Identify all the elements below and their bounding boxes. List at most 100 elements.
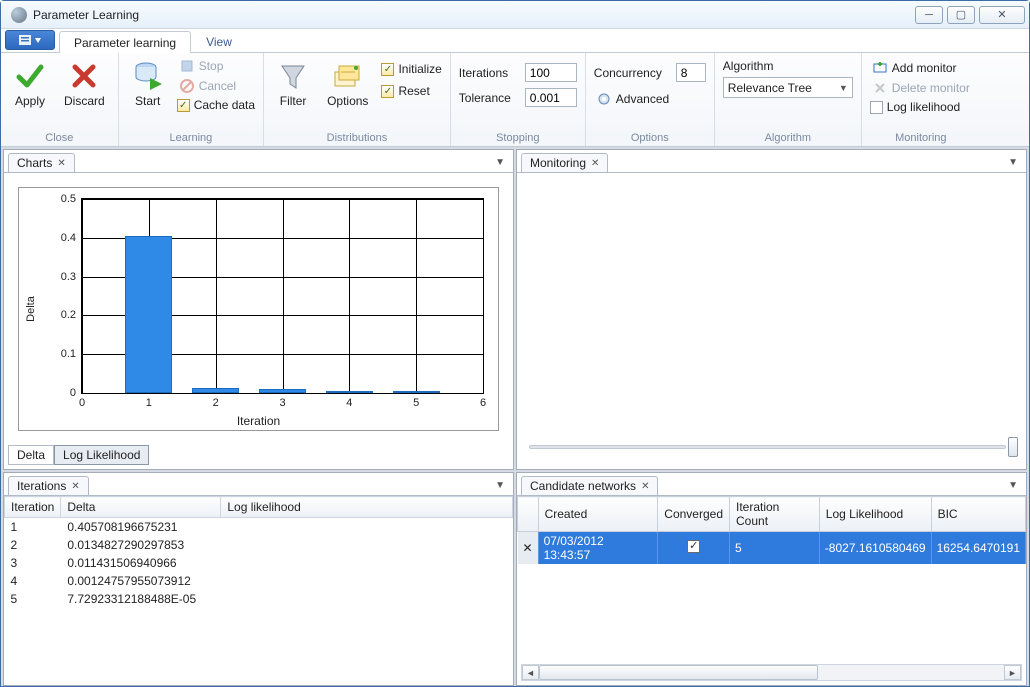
- stop-icon: [179, 58, 195, 74]
- add-monitor-label: Add monitor: [892, 61, 957, 75]
- col-loglik[interactable]: Log Likelihood: [819, 497, 931, 532]
- col-delta[interactable]: Delta: [61, 497, 221, 518]
- iterations-input[interactable]: [525, 63, 577, 82]
- table-row[interactable]: ✕ 07/03/2012 13:43:57 5 -8027.1610580469…: [518, 532, 1026, 565]
- cell-delta: 0.405708196675231: [61, 518, 221, 537]
- cell-loglik: -8027.1610580469: [819, 532, 931, 565]
- scroll-thumb[interactable]: [539, 665, 818, 680]
- panel-menu-button[interactable]: ▼: [1004, 476, 1022, 495]
- cell-delta: 7.72923312188488E-05: [61, 590, 221, 608]
- close-tab-icon[interactable]: ✕: [591, 158, 599, 169]
- chart-ylabel: Delta: [25, 296, 37, 322]
- chart-ytick: 0.2: [61, 309, 76, 321]
- funnel-icon: [277, 60, 309, 92]
- apply-label: Apply: [15, 94, 45, 108]
- table-row[interactable]: 10.405708196675231: [5, 518, 513, 537]
- concurrency-input[interactable]: [676, 63, 706, 82]
- app-window: Parameter Learning ─ ▢ ✕ Parameter learn…: [0, 0, 1030, 687]
- panel-menu-button[interactable]: ▼: [491, 153, 509, 172]
- col-created[interactable]: Created: [538, 497, 658, 532]
- chart-bar: [259, 389, 306, 393]
- file-menu-button[interactable]: [5, 30, 55, 50]
- checkbox-checked-icon: ✓: [381, 63, 394, 76]
- chart-container: 00.10.20.30.40.50123456 Delta Iteration: [10, 179, 507, 439]
- horizontal-scrollbar[interactable]: ◄ ►: [521, 664, 1022, 681]
- algorithm-select[interactable]: Relevance Tree ▼: [723, 77, 853, 98]
- reset-checkbox[interactable]: ✓ Reset: [381, 83, 441, 99]
- cell-iter: 5: [5, 590, 61, 608]
- close-tab-icon[interactable]: ✕: [71, 481, 79, 492]
- chart-tab-delta[interactable]: Delta: [8, 445, 54, 465]
- content-area: Charts ✕ ▼ 00.10.20.30.40.50123456 Delta…: [1, 147, 1029, 686]
- monitoring-tab[interactable]: Monitoring ✕: [521, 153, 608, 172]
- col-iteration[interactable]: Iteration: [5, 497, 61, 518]
- scroll-right-icon[interactable]: ►: [1004, 665, 1021, 680]
- chart-frame: 00.10.20.30.40.50123456 Delta Iteration: [18, 187, 499, 431]
- group-label-close: Close: [9, 130, 110, 144]
- tolerance-label: Tolerance: [459, 91, 519, 105]
- chart-xtick: 5: [413, 397, 419, 409]
- chart-bar: [192, 388, 239, 393]
- cancel-button[interactable]: Cancel: [177, 77, 255, 95]
- close-tab-icon[interactable]: ✕: [641, 481, 649, 492]
- col-bic[interactable]: BIC: [931, 497, 1025, 532]
- iterations-panel: Iterations ✕ ▼ Iteration Delta Log likel…: [3, 472, 514, 686]
- start-button[interactable]: Start: [127, 57, 169, 111]
- row-delete-icon[interactable]: ✕: [518, 532, 539, 565]
- filter-button[interactable]: Filter: [272, 57, 314, 111]
- delete-monitor-button[interactable]: Delete monitor: [870, 79, 972, 97]
- charts-tab[interactable]: Charts ✕: [8, 153, 75, 172]
- tolerance-input[interactable]: [525, 88, 577, 107]
- cell-delta: 0.011431506940966: [61, 554, 221, 572]
- col-loglik[interactable]: Log likelihood: [221, 497, 513, 518]
- loglik-checkbox[interactable]: ✓ Log likelihood: [870, 99, 960, 115]
- panel-menu-button[interactable]: ▼: [491, 476, 509, 495]
- x-red-icon: [68, 60, 100, 92]
- ribbon-tabbar: Parameter learning View: [1, 29, 1029, 53]
- scroll-left-icon[interactable]: ◄: [522, 665, 539, 680]
- initialize-checkbox[interactable]: ✓ Initialize: [381, 61, 441, 77]
- monitor-slider-thumb[interactable]: [1008, 437, 1018, 457]
- col-converged[interactable]: Converged: [658, 497, 730, 532]
- table-row[interactable]: 57.72923312188488E-05: [5, 590, 513, 608]
- panel-menu-button[interactable]: ▼: [1004, 153, 1022, 172]
- stop-button[interactable]: Stop: [177, 57, 255, 75]
- ribbon-group-stopping: Iterations Tolerance Stopping: [451, 53, 586, 146]
- cell-loglik: [221, 554, 513, 572]
- ribbon-group-learning: Start Stop Cancel ✓ Cache data: [119, 53, 264, 146]
- minimize-button[interactable]: ─: [915, 6, 943, 24]
- discard-button[interactable]: Discard: [59, 57, 110, 111]
- concurrency-label: Concurrency: [594, 66, 670, 80]
- options-dist-label: Options: [327, 94, 368, 108]
- cache-data-checkbox[interactable]: ✓ Cache data: [177, 97, 255, 113]
- options-dist-button[interactable]: Options: [322, 57, 373, 111]
- table-row[interactable]: 40.00124757955073912: [5, 572, 513, 590]
- advanced-button[interactable]: Advanced: [594, 90, 671, 108]
- maximize-button[interactable]: ▢: [947, 6, 975, 24]
- group-label-monitoring: Monitoring: [870, 130, 972, 144]
- chart-bar: [125, 236, 172, 393]
- cell-iter: 2: [5, 536, 61, 554]
- table-row[interactable]: 30.011431506940966: [5, 554, 513, 572]
- add-monitor-button[interactable]: Add monitor: [870, 59, 959, 77]
- cell-iter: 4: [5, 572, 61, 590]
- chart-ytick: 0.1: [61, 348, 76, 360]
- cell-delta: 0.00124757955073912: [61, 572, 221, 590]
- window-title: Parameter Learning: [33, 8, 915, 22]
- tab-view[interactable]: View: [191, 30, 247, 52]
- candidates-tab[interactable]: Candidate networks ✕: [521, 476, 658, 495]
- apply-button[interactable]: Apply: [9, 57, 51, 111]
- monitor-slider-track[interactable]: [529, 445, 1006, 449]
- iterations-label: Iterations: [459, 66, 519, 80]
- chart-tab-loglik[interactable]: Log Likelihood: [54, 445, 149, 465]
- group-label-options: Options: [594, 130, 706, 144]
- options-icon: [332, 60, 364, 92]
- close-button[interactable]: ✕: [979, 6, 1025, 24]
- col-itercount[interactable]: Iteration Count: [730, 497, 820, 532]
- iterations-tab[interactable]: Iterations ✕: [8, 476, 89, 495]
- group-label-learning: Learning: [127, 130, 255, 144]
- tab-parameter-learning[interactable]: Parameter learning: [59, 31, 191, 53]
- table-row[interactable]: 20.0134827290297853: [5, 536, 513, 554]
- close-tab-icon[interactable]: ✕: [57, 158, 65, 169]
- scroll-track[interactable]: [539, 665, 1004, 680]
